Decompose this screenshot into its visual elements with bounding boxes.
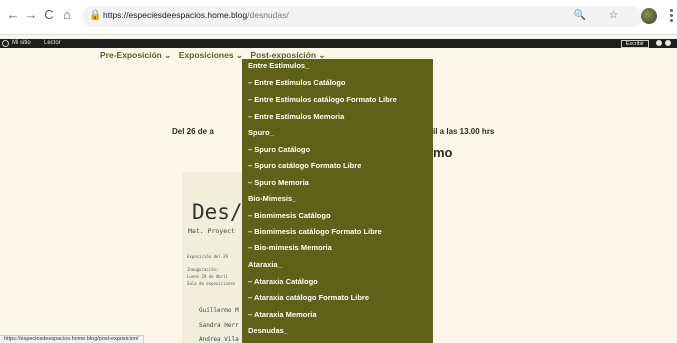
poster-name: Sandra Herr bbox=[199, 322, 239, 329]
profile-avatar[interactable] bbox=[641, 8, 657, 24]
poster-inaug-date: Lunes 29 de Abril bbox=[187, 274, 228, 279]
url-text[interactable]: https://especiesdeespacios.home.blog/des… bbox=[103, 10, 289, 20]
menu-item-spuro-catalogo[interactable]: – Spuro Catálogo bbox=[248, 145, 310, 155]
reader-link[interactable]: Lector bbox=[44, 40, 61, 47]
forward-arrow-icon[interactable]: → bbox=[24, 8, 38, 22]
account-icon[interactable] bbox=[656, 40, 662, 46]
reload-icon[interactable]: C bbox=[42, 8, 56, 22]
menu-item-ataraxia-formato-libre[interactable]: – Ataraxia catálogo Formato Libre bbox=[248, 293, 369, 303]
browser-toolbar: ← → C ⌂ 🔒 https://especiesdeespacios.hom… bbox=[0, 0, 677, 35]
menu-item-spuro[interactable]: Spuro_ bbox=[248, 128, 274, 138]
post-exposicion-dropdown: Entre Estímulos_ – Entre Estímulos Catál… bbox=[242, 59, 433, 343]
poster-name: Andrea Vila bbox=[199, 336, 239, 343]
poster-sala: Sala de exposiciones bbox=[187, 281, 236, 286]
menu-item-spuro-memoria[interactable]: – Spuro Memoria bbox=[248, 178, 309, 188]
menu-item-bio-mimesis-memoria[interactable]: – Bio-mimesis Memoria bbox=[248, 243, 332, 253]
wordpress-logo-icon[interactable] bbox=[2, 40, 9, 47]
menu-item-entre-estimulos-memoria[interactable]: – Entre Estímulos Memoria bbox=[248, 112, 344, 122]
poster-subtitle: Mat. Proyect bbox=[188, 227, 235, 235]
menu-item-biomimesis-formato-libre[interactable]: – Biomimesis catálogo Formato Libre bbox=[248, 227, 382, 237]
more-menu-icon[interactable] bbox=[670, 9, 674, 23]
back-arrow-icon[interactable]: ← bbox=[6, 8, 20, 22]
menu-item-biomimesis-catalogo[interactable]: – Biomimesis Catálogo bbox=[248, 211, 331, 221]
menu-item-entre-estimulos-catalogo[interactable]: – Entre Estímulos Catálogo bbox=[248, 78, 346, 88]
date-text-right: il a las 13.00 hrs bbox=[433, 127, 495, 136]
my-site-link[interactable]: Mi sitio bbox=[12, 40, 31, 47]
home-icon[interactable]: ⌂ bbox=[60, 8, 74, 22]
poster-name: Guillermo M bbox=[199, 307, 239, 314]
url-domain: https://especiesdeespacios.home.blog bbox=[103, 10, 248, 20]
admin-bar: Mi sitio Lector Escribir bbox=[0, 39, 677, 48]
menu-item-spuro-formato-libre[interactable]: – Spuro catálogo Formato Libre bbox=[248, 161, 361, 171]
date-text-left: Del 26 de a bbox=[172, 127, 214, 136]
menu-item-entre-estimulos-formato-libre[interactable]: – Entre Estímulos catálogo Formato Libre bbox=[248, 95, 397, 105]
menu-item-desnudas[interactable]: Desnudas_ bbox=[248, 326, 288, 336]
menu-item-bio-mimesis[interactable]: Bio-Mimesis_ bbox=[248, 194, 296, 204]
nav-exposiciones[interactable]: Exposiciones ⌄ bbox=[179, 50, 243, 60]
admin-bar-right: Escribir bbox=[620, 40, 671, 58]
menu-item-ataraxia-memoria[interactable]: – Ataraxia Memoria bbox=[248, 310, 317, 320]
poster-inaug-label: Inauguración: bbox=[187, 267, 219, 272]
lock-icon: 🔒 bbox=[89, 10, 102, 21]
link-status-bar: https://especiesdeespacios.home.blog/pos… bbox=[0, 335, 144, 343]
nav-pre-exposicion[interactable]: Pre-Exposición ⌄ bbox=[100, 50, 171, 60]
zoom-and-bookmark-icons[interactable]: 🔍 ☆ bbox=[574, 10, 628, 21]
menu-item-ataraxia-catalogo[interactable]: – Ataraxia Catálogo bbox=[248, 277, 318, 287]
menu-item-entre-estimulos[interactable]: Entre Estímulos_ bbox=[248, 61, 309, 71]
poster-title: Des/ bbox=[192, 200, 242, 224]
address-bar[interactable]: 🔒 https://especiesdeespacios.home.blog/d… bbox=[82, 6, 642, 27]
write-button[interactable]: Escribir bbox=[620, 40, 649, 48]
heading-fragment: mo bbox=[433, 145, 453, 160]
notifications-icon[interactable] bbox=[665, 40, 671, 46]
poster-image: Des/ Mat. Proyect Exposición del 29 Inau… bbox=[182, 172, 242, 343]
poster-expo: Exposición del 29 bbox=[187, 254, 228, 259]
menu-item-ataraxia[interactable]: Ataraxia_ bbox=[248, 260, 282, 270]
url-path: /desnudas/ bbox=[247, 10, 289, 20]
